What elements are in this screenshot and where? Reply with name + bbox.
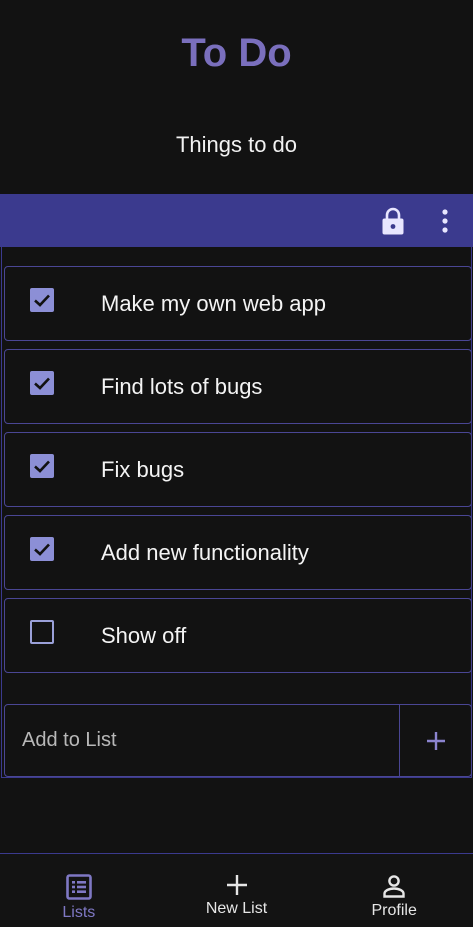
todo-item-label: Add new functionality: [101, 540, 309, 565]
todo-item[interactable]: Show off: [4, 598, 472, 673]
nav-lists[interactable]: Lists: [0, 854, 158, 927]
person-icon: [383, 875, 405, 898]
more-vertical-icon: [442, 208, 448, 233]
check-icon: [34, 377, 50, 390]
nav-profile-label: Profile: [371, 902, 417, 919]
list-toolbar: [0, 194, 473, 247]
check-icon: [34, 543, 50, 556]
nav-lists-label: Lists: [62, 904, 96, 921]
check-icon: [34, 294, 50, 307]
checkbox-checked[interactable]: [30, 537, 54, 561]
todo-item-label: Show off: [101, 623, 187, 648]
list-name: Things to do: [175, 132, 298, 157]
todo-item[interactable]: Find lots of bugs: [4, 349, 472, 424]
todo-item[interactable]: Fix bugs: [4, 432, 472, 507]
checkbox-checked[interactable]: [30, 454, 54, 478]
checkbox-checked[interactable]: [30, 371, 54, 395]
todo-item[interactable]: Add new functionality: [4, 515, 472, 590]
plus-icon: [226, 875, 247, 895]
more-options-button[interactable]: [428, 194, 462, 247]
check-icon: [34, 460, 50, 473]
todo-item-label: Fix bugs: [101, 457, 185, 482]
list-icon: [66, 874, 92, 900]
todo-item[interactable]: Make my own web app: [4, 266, 472, 341]
checkbox-unchecked[interactable]: [30, 620, 54, 644]
lock-button[interactable]: [374, 194, 412, 247]
todo-item-label: Find lots of bugs: [101, 374, 263, 399]
bottom-navigation: Lists New List Profile: [0, 853, 473, 927]
lock-icon: [382, 207, 404, 234]
plus-icon: [426, 731, 445, 750]
todo-app: To Do Things to do Make my own web app F…: [0, 0, 473, 927]
todo-item-label: Make my own web app: [101, 291, 326, 316]
checkbox-checked[interactable]: [30, 288, 54, 312]
add-item-button[interactable]: [400, 705, 471, 776]
nav-new-list[interactable]: New List: [158, 854, 316, 927]
app-title: To Do: [181, 31, 292, 75]
add-item-input[interactable]: [5, 705, 400, 776]
todo-list: Make my own web app Find lots of bugs Fi…: [1, 247, 472, 778]
add-item-row: [4, 704, 472, 777]
nav-new-list-label: New List: [205, 900, 268, 917]
nav-profile[interactable]: Profile: [315, 854, 473, 927]
